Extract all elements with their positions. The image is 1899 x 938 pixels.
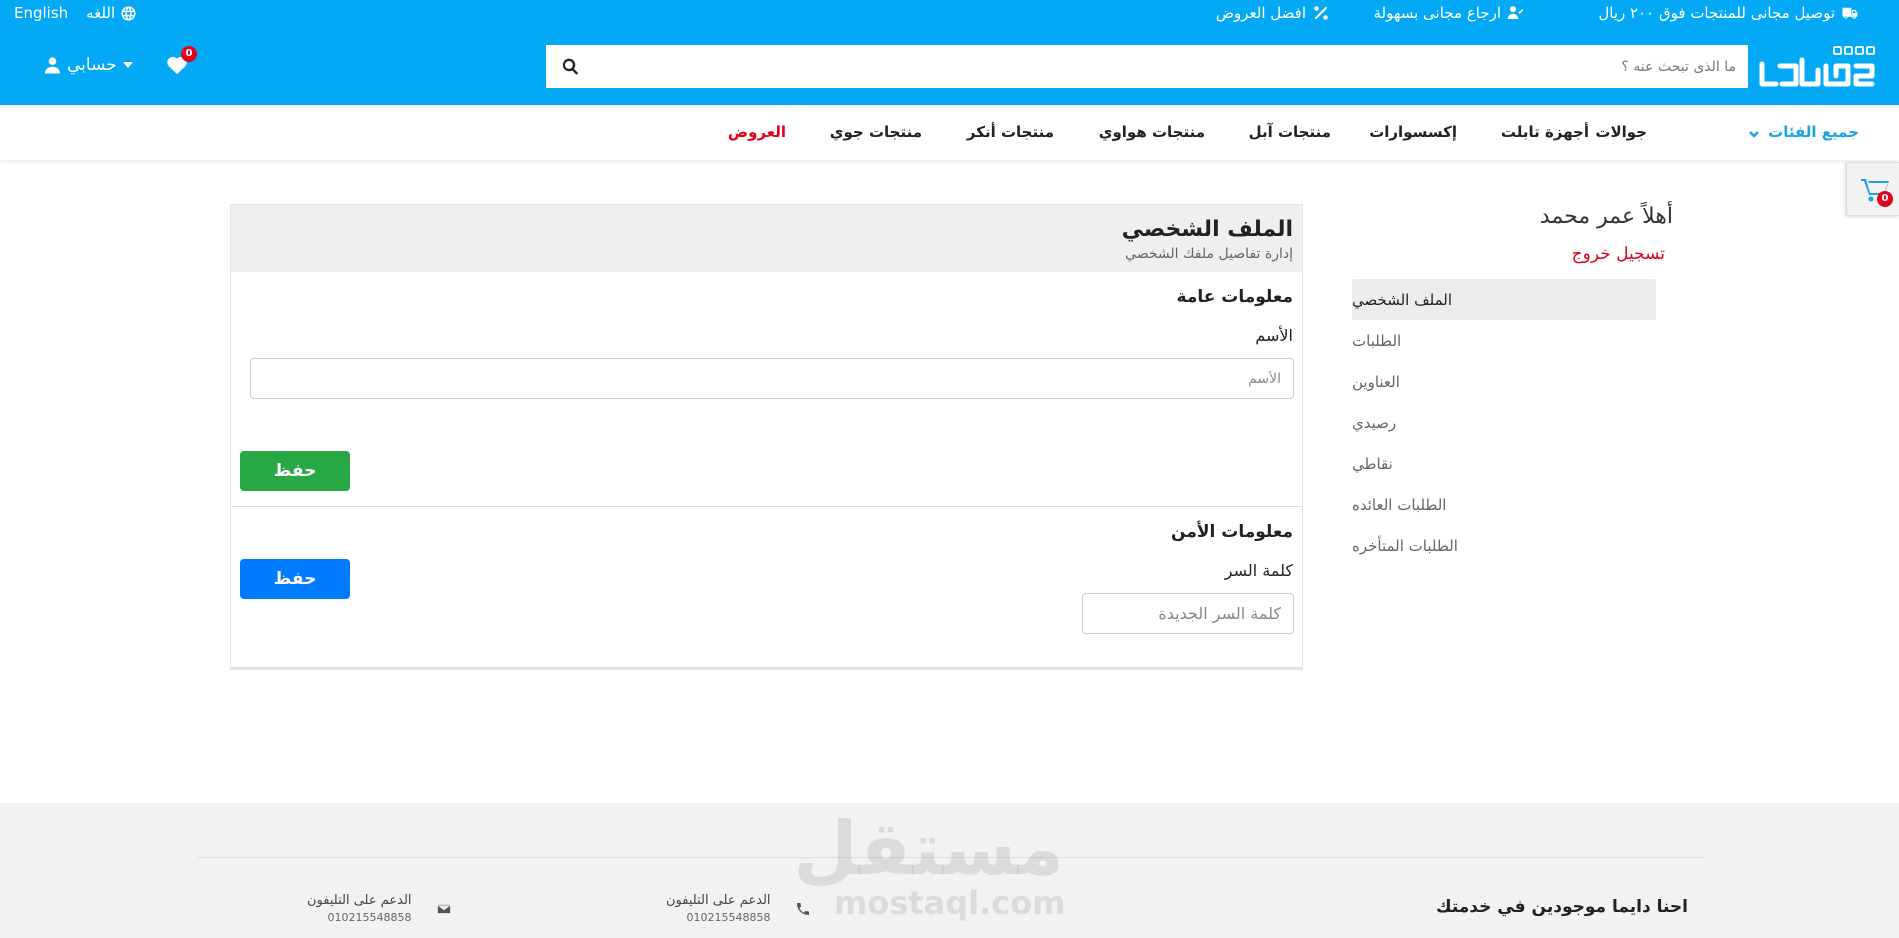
- name-label: الأسم: [1255, 326, 1293, 345]
- user-icon: [44, 57, 61, 74]
- language-toggle[interactable]: اللغه: [86, 4, 137, 22]
- nav-item-joy[interactable]: منتجات جوي: [830, 123, 922, 141]
- promo-free-returns: ارجاع مجانى بسهولة: [1373, 4, 1525, 22]
- general-info-title: معلومات عامة: [1176, 287, 1293, 307]
- save-general-button[interactable]: حفظ: [240, 451, 350, 491]
- category-nav: جميع الفئات جوالات أجهزة تابلت إكسسوارات…: [0, 105, 1899, 160]
- nav-item-apple[interactable]: منتجات آبل: [1249, 123, 1331, 141]
- logout-link[interactable]: تسجيل خروج: [1572, 244, 1665, 264]
- page-title: الملف الشخصي: [1121, 217, 1293, 242]
- english-link[interactable]: English: [14, 4, 68, 22]
- section-divider: [231, 506, 1302, 507]
- account-menu[interactable]: حسابي: [44, 55, 133, 75]
- percent-icon: [1314, 6, 1328, 20]
- top-header: توصيل مجانى للمنتجات فوق ٢٠٠ ريال ارجاع …: [0, 0, 1899, 105]
- phone-support: الدعم على التليفون 010215548858: [666, 893, 811, 924]
- store-logo[interactable]: [1756, 44, 1876, 90]
- caret-down-icon: [122, 62, 133, 68]
- sidebar-item-points[interactable]: نقاطي: [1352, 443, 1656, 484]
- account-sidebar-menu: الملف الشخصي الطلبات العناوين رصيدي نقاط…: [1352, 279, 1656, 566]
- footer-service-title: احنا دايما موجودين في خدمتك: [1436, 897, 1688, 917]
- user-greeting: أهلاً عمر محمد: [1539, 204, 1673, 229]
- name-field[interactable]: [250, 358, 1294, 399]
- save-security-button[interactable]: حفظ: [240, 559, 350, 599]
- support-label: الدعم على التليفون: [666, 893, 771, 908]
- sidebar-item-returned-orders[interactable]: الطلبات العائده: [1352, 484, 1656, 525]
- nav-item-accessories[interactable]: إكسسوارات: [1369, 123, 1457, 141]
- sidebar-item-delayed-orders[interactable]: الطلبات المتأخره: [1352, 525, 1656, 566]
- nav-item-phones[interactable]: جوالات: [1595, 123, 1647, 141]
- promo-text: توصيل مجانى للمنتجات فوق ٢٠٠ ريال: [1598, 4, 1835, 22]
- search-bar: [546, 45, 1748, 88]
- nav-all-categories-label: جميع الفئات: [1768, 123, 1859, 141]
- promo-text: ارجاع مجانى بسهولة: [1373, 4, 1501, 22]
- sidebar-item-balance[interactable]: رصيدي: [1352, 402, 1656, 443]
- truck-icon: [1842, 7, 1858, 19]
- cart-count-badge: 0: [1877, 191, 1893, 207]
- security-info-title: معلومات الأمن: [1171, 522, 1293, 542]
- chevron-down-icon: [1748, 126, 1760, 138]
- new-password-field[interactable]: [1082, 593, 1294, 634]
- profile-panel-header: الملف الشخصي إدارة تفاصيل ملفك الشخصي: [231, 205, 1302, 272]
- sidebar-item-profile[interactable]: الملف الشخصي: [1352, 279, 1656, 320]
- nav-item-huawei[interactable]: منتجات هواوي: [1099, 123, 1205, 141]
- search-input[interactable]: [594, 45, 1748, 88]
- support-label: الدعم على التليفون: [307, 893, 412, 908]
- watermark-arabic: مستقل: [793, 806, 1064, 892]
- sidebar-item-addresses[interactable]: العناوين: [1352, 361, 1656, 402]
- floating-cart-button[interactable]: 0: [1846, 162, 1899, 216]
- wishlist-count-badge: 0: [181, 46, 197, 62]
- profile-panel: الملف الشخصي إدارة تفاصيل ملفك الشخصي مع…: [230, 204, 1303, 670]
- nav-item-offers[interactable]: العروض: [728, 123, 786, 141]
- promo-best-offers: افضل العروض: [1216, 4, 1330, 22]
- watermark-latin: mostaql.com: [834, 884, 1066, 922]
- account-label: حسابي: [67, 55, 117, 75]
- nav-all-categories[interactable]: جميع الفئات: [1748, 123, 1859, 141]
- language-switcher[interactable]: English اللغه: [14, 4, 137, 22]
- phone-icon: [796, 902, 809, 915]
- search-button[interactable]: [546, 45, 594, 88]
- nav-item-anker[interactable]: منتجات أنكر: [967, 123, 1054, 141]
- mostaql-watermark: مستقل mostaql.com: [793, 806, 1066, 922]
- envelope-icon: [436, 903, 451, 914]
- support-number[interactable]: 010215548858: [307, 911, 412, 924]
- language-label: اللغه: [86, 4, 116, 22]
- page-subtitle: إدارة تفاصيل ملفك الشخصي: [1125, 246, 1293, 262]
- user-check-icon: [1507, 6, 1524, 19]
- support-number[interactable]: 010215548858: [666, 911, 771, 924]
- promo-text: افضل العروض: [1215, 4, 1306, 22]
- globe-icon: [121, 5, 136, 21]
- password-label: كلمة السر: [1224, 561, 1293, 580]
- promo-free-shipping: توصيل مجانى للمنتجات فوق ٢٠٠ ريال: [1598, 4, 1859, 22]
- sidebar-item-orders[interactable]: الطلبات: [1352, 320, 1656, 361]
- nav-item-tablets[interactable]: أجهزة تابلت: [1501, 123, 1589, 141]
- search-icon: [562, 58, 578, 75]
- email-support: الدعم على التليفون 010215548858: [307, 893, 452, 924]
- wishlist-button[interactable]: 0: [166, 46, 197, 79]
- panel-bottom-border: [231, 667, 1302, 669]
